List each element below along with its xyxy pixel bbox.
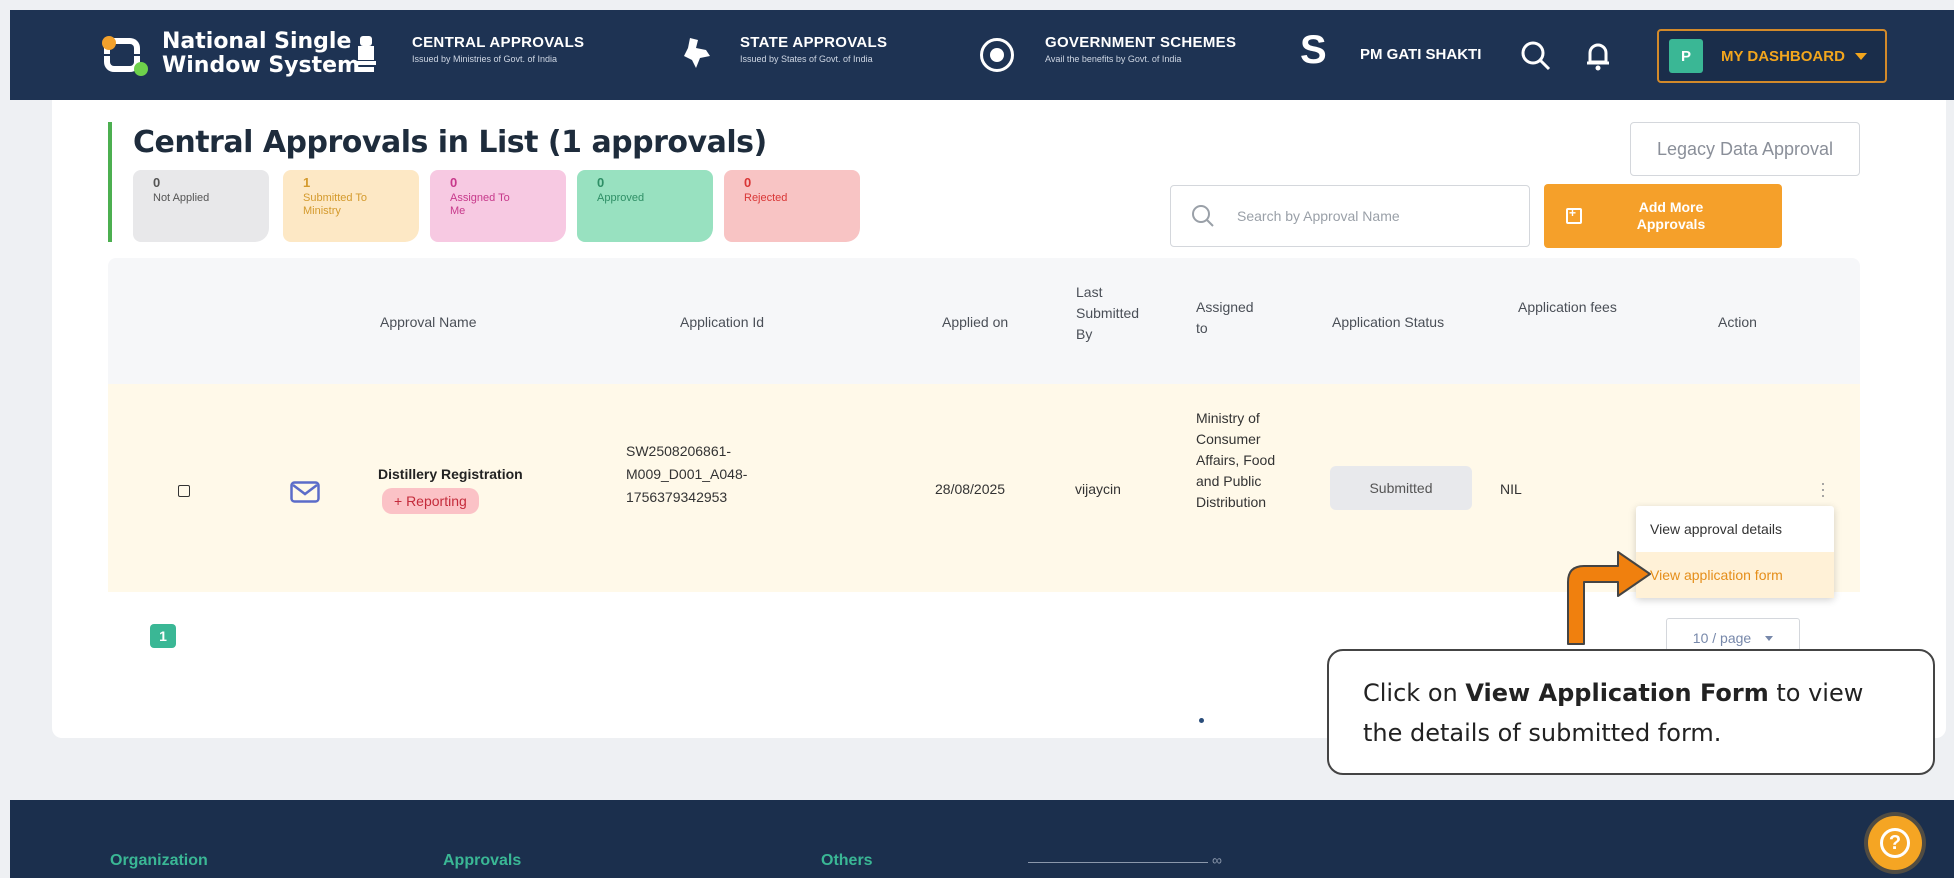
col-last-submitted-by: Last Submitted By <box>1076 284 1140 342</box>
footer-heading-organization: Organization <box>110 852 208 869</box>
stat-label: Rejected <box>744 192 788 204</box>
brand-line-2: Window System <box>162 53 360 78</box>
state-map-icon <box>684 38 710 68</box>
emblem-icon <box>356 36 376 72</box>
menu-item-view-approval-details[interactable]: View approval details <box>1636 506 1834 552</box>
callout-prefix: Click on <box>1363 679 1466 707</box>
stat-count: 0 <box>597 175 605 190</box>
reporting-tag: + Reporting <box>382 488 479 514</box>
top-navbar: National Single Window System CENTRAL AP… <box>10 10 1954 100</box>
col-application-id: Application Id <box>680 314 765 330</box>
stat-count: 0 <box>153 175 161 190</box>
stat-count: 0 <box>450 175 458 190</box>
help-button[interactable]: ? <box>1868 816 1922 870</box>
stat-not-applied[interactable]: 0 Not Applied <box>133 170 269 242</box>
stat-submitted-to-ministry[interactable]: 1 Submitted To Ministry <box>283 170 419 242</box>
pointer-arrow-icon <box>1567 551 1651 645</box>
my-dashboard-label: MY DASHBOARD <box>1721 47 1845 65</box>
nsws-logo-icon <box>102 26 152 82</box>
stat-label: Assigned To Me <box>450 192 510 217</box>
stat-label: Not Applied <box>153 192 210 204</box>
footer-heading-approvals: Approvals <box>443 852 522 869</box>
page-size-label: 10 / page <box>1692 630 1752 646</box>
application-id: SW2508206861-M009_D001_A048-175637934295… <box>626 443 748 505</box>
pagination-page-1[interactable]: 1 <box>150 624 176 648</box>
decorative-dot <box>1199 718 1204 723</box>
footer <box>10 800 1954 878</box>
add-more-approvals-label: Add More Approvals <box>1636 199 1706 232</box>
page-title: Central Approvals in List (1 approvals) <box>133 125 767 160</box>
status-badge: Submitted <box>1330 466 1472 510</box>
action-menu: View approval details View application f… <box>1636 506 1834 598</box>
nav-state-subtitle: Issued by States of Govt. of India <box>740 54 873 64</box>
mail-icon[interactable] <box>290 481 320 503</box>
nav-pm-gati-shakti[interactable]: PM GATI SHAKTI <box>1360 46 1481 63</box>
col-assigned-to: Assigned to <box>1196 299 1254 336</box>
stat-rejected[interactable]: 0 Rejected <box>724 170 860 242</box>
brand-line-1: National Single <box>162 29 352 54</box>
nav-schemes-subtitle: Avail the benefits by Govt. of India <box>1045 54 1182 64</box>
nav-central-approvals[interactable]: CENTRAL APPROVALS Issued by Ministries o… <box>412 34 584 64</box>
col-action: Action <box>1718 314 1757 330</box>
add-icon <box>1566 206 1582 224</box>
stat-label: Approved <box>597 192 645 204</box>
callout-bold: View Application Form <box>1465 679 1769 707</box>
nav-schemes-title: GOVERNMENT SCHEMES <box>1045 34 1237 51</box>
stat-approved[interactable]: 0 Approved <box>577 170 713 242</box>
title-accent-bar <box>108 122 112 242</box>
avatar: P <box>1669 39 1703 73</box>
add-more-approvals-button[interactable]: Add More Approvals <box>1544 184 1782 248</box>
nav-government-schemes[interactable]: GOVERNMENT SCHEMES Avail the benefits by… <box>1045 34 1236 64</box>
footer-divider <box>1028 862 1208 863</box>
stat-assigned-to-me[interactable]: 0 Assigned To Me <box>430 170 566 242</box>
col-applied-on: Applied on <box>942 314 1009 330</box>
applied-on: 28/08/2025 <box>935 481 1006 497</box>
schemes-icon <box>980 38 1014 72</box>
approval-name: Distillery Registration <box>378 466 523 482</box>
chevron-down-icon <box>1765 635 1774 641</box>
chevron-down-icon <box>1854 52 1867 60</box>
expand-row-icon[interactable] <box>178 485 190 497</box>
question-icon: ? <box>1880 828 1910 858</box>
application-fees: NIL <box>1500 481 1522 497</box>
footer-ornament-icon: ∞ <box>1212 852 1222 868</box>
menu-item-view-application-form[interactable]: View application form <box>1636 552 1834 598</box>
more-vertical-icon[interactable]: · · · <box>1820 474 1826 504</box>
assigned-to: Ministry of Consumer Affairs, Food and P… <box>1196 410 1276 510</box>
bell-icon[interactable] <box>1584 40 1612 72</box>
gati-shakti-icon: S <box>1300 28 1327 72</box>
nsws-logo[interactable]: National Single Window System <box>102 26 360 82</box>
brand-name: National Single Window System <box>162 30 360 78</box>
instruction-callout: Click on View Application Form to view t… <box>1327 649 1935 775</box>
footer-heading-others: Others <box>821 852 873 869</box>
my-dashboard-button[interactable]: P MY DASHBOARD <box>1657 29 1887 83</box>
stat-count: 0 <box>744 175 752 190</box>
legacy-data-approval-button[interactable]: Legacy Data Approval <box>1630 122 1860 176</box>
col-application-status: Application Status <box>1332 314 1445 330</box>
last-submitted-by: vijaycin <box>1075 481 1121 497</box>
col-application-fees: Application fees <box>1518 299 1617 315</box>
search-box <box>1170 185 1530 247</box>
stat-label: Submitted To Ministry <box>303 192 368 217</box>
col-approval-name: Approval Name <box>380 314 477 330</box>
nav-state-approvals[interactable]: STATE APPROVALS Issued by States of Govt… <box>740 34 887 64</box>
search-icon <box>1192 205 1214 227</box>
nav-state-title: STATE APPROVALS <box>740 34 888 51</box>
nav-central-title: CENTRAL APPROVALS <box>412 34 585 51</box>
nav-central-subtitle: Issued by Ministries of Govt. of India <box>412 54 558 64</box>
search-icon[interactable] <box>1520 40 1552 72</box>
search-input[interactable] <box>1237 208 1497 224</box>
stat-count: 1 <box>303 175 311 190</box>
